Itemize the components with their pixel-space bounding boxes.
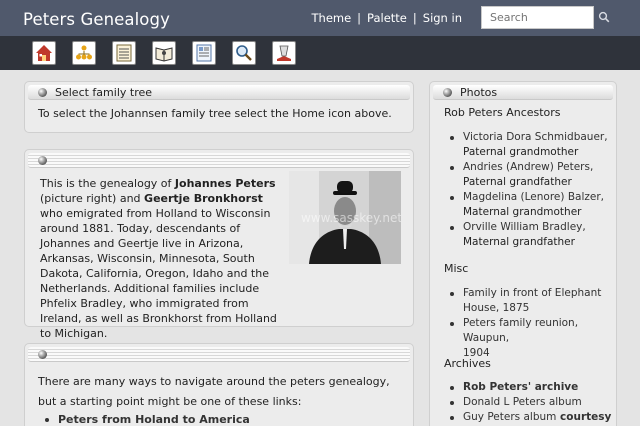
document-icon[interactable] xyxy=(192,41,216,65)
list-item[interactable]: Andries (Andrew) Peters, Paternal grandfa… xyxy=(444,160,616,190)
intro-text-top: This is the genealogy of Johannes Peters… xyxy=(40,177,277,340)
family-tree-icon[interactable] xyxy=(72,41,96,65)
nav-separator: | xyxy=(357,11,362,25)
geertje-bronkhorst-name[interactable]: Geertje Bronkhorst xyxy=(144,192,263,205)
navigate-text: There are many ways to navigate around t… xyxy=(38,375,390,408)
list-item[interactable]: Guy Peters album courtesy of xyxy=(444,410,616,426)
list-item[interactable]: Peters from Holand to America xyxy=(39,412,399,426)
list-item[interactable]: Rob Peters' archive xyxy=(444,380,616,395)
misc-list: Family in front of Elephant House, 1875 P… xyxy=(444,286,616,361)
list-item[interactable]: Donald L Peters album xyxy=(444,395,616,410)
ancestors-list: Victoria Dora Schmidbauer, Paternal grand… xyxy=(444,130,616,250)
panel-bullet-icon xyxy=(38,350,47,359)
icon-toolbar xyxy=(0,36,640,70)
search-icon[interactable] xyxy=(598,11,612,25)
panel-header xyxy=(28,347,410,362)
panel-bullet-icon xyxy=(38,88,47,97)
search-input[interactable] xyxy=(481,6,594,29)
theme-link[interactable]: Theme xyxy=(312,11,352,25)
navigate-panel: There are many ways to navigate around t… xyxy=(24,343,414,426)
photo-watermark: www.sasskey.net xyxy=(301,211,401,225)
panel-header: Select family tree xyxy=(28,85,410,100)
johannes-peters-name[interactable]: Johannes Peters xyxy=(175,177,276,190)
select-tree-text: To select the Johannsen family tree sele… xyxy=(38,107,392,120)
book-icon[interactable] xyxy=(152,41,176,65)
panel-bullet-icon xyxy=(38,156,47,165)
panel-header xyxy=(28,153,410,168)
group-heading: Misc xyxy=(444,262,469,275)
list-item[interactable]: Peters family reunion, Waupun, 1904 xyxy=(444,316,616,361)
palette-link[interactable]: Palette xyxy=(367,11,407,25)
bookmark-icon[interactable] xyxy=(272,41,296,65)
site-title[interactable]: Peters Genealogy xyxy=(23,10,170,29)
home-icon[interactable] xyxy=(32,41,56,65)
navigate-links: Peters from Holand to America xyxy=(39,412,399,426)
list-item[interactable]: Orville William Bradley, Maternal grandfa… xyxy=(444,220,616,250)
photos-panel: Photos Rob Peters Ancestors Victoria Dor… xyxy=(429,81,617,426)
johannes-peters-photo: www.sasskey.net xyxy=(289,171,401,264)
sign-in-link[interactable]: Sign in xyxy=(423,11,462,25)
intro-panel: www.sasskey.net This is the genealogy of… xyxy=(24,149,414,340)
site-header: Peters Genealogy Theme | Palette | Sign in xyxy=(0,0,640,36)
list-icon[interactable] xyxy=(112,41,136,65)
group-heading: Rob Peters Ancestors xyxy=(444,106,561,119)
magnifier-icon[interactable] xyxy=(232,41,256,65)
archives-list: Rob Peters' archive Donald L Peters albu… xyxy=(444,380,616,426)
panel-title: Photos xyxy=(460,86,498,99)
list-item[interactable]: Magdelina (Lenore) Balzer, Maternal grand… xyxy=(444,190,616,220)
list-item[interactable]: Victoria Dora Schmidbauer, Paternal grand… xyxy=(444,130,616,160)
panel-header: Photos xyxy=(433,85,613,100)
select-tree-panel: Select family tree To select the Johanns… xyxy=(24,81,414,133)
nav-separator: | xyxy=(412,11,417,25)
panel-title: Select family tree xyxy=(55,86,153,99)
panel-bullet-icon xyxy=(443,88,452,97)
top-nav: Theme | Palette | Sign in xyxy=(312,11,463,25)
group-heading: Archives xyxy=(444,357,491,370)
list-item[interactable]: Family in front of Elephant House, 1875 xyxy=(444,286,616,316)
